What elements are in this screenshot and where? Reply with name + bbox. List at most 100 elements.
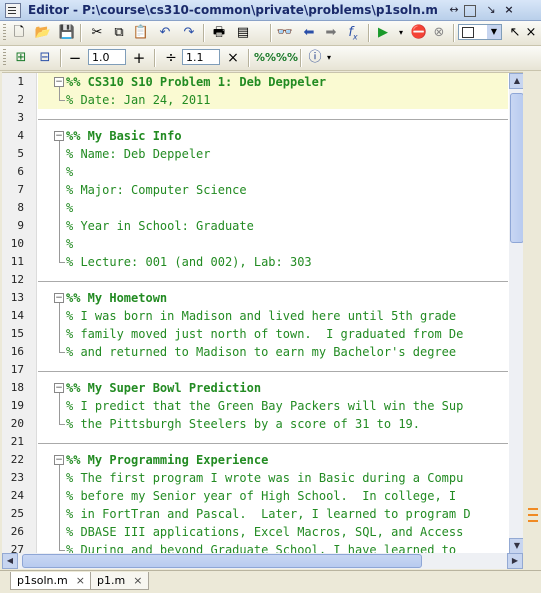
redo-icon[interactable]: ↷ [180,24,198,42]
save-icon[interactable]: 💾 [58,24,76,42]
code-line[interactable]: 5 % Name: Deb Deppeler [2,145,507,163]
fold-toggle-icon[interactable]: − [54,383,64,393]
fold-guide-end [59,262,65,263]
cell-title: %% My Basic Info [66,129,182,143]
fold-toggle-icon[interactable]: − [54,131,64,141]
code-line[interactable]: 26 % DBASE III applications, Excel Macros… [2,523,507,541]
toolbar-grip[interactable] [3,24,6,42]
comment-text: % [66,237,74,251]
toolbar-separator [453,24,455,42]
scroll-right-arrow-icon[interactable]: ▶ [507,553,523,569]
line-number: 3 [17,111,24,124]
scroll-up-arrow-icon[interactable]: ▲ [509,73,523,89]
code-line[interactable]: 17 [2,361,507,379]
back-arrow-icon[interactable]: ⬅ [300,24,318,42]
warning-marker[interactable] [528,520,538,522]
code-line[interactable]: 20 % the Pittsburgh Steelers by a score o… [2,415,507,433]
clear-breakpoints-icon[interactable]: ⊗ [430,24,448,42]
chevron-down-icon[interactable]: ▼ [487,25,501,39]
toolbar-separator [203,24,205,42]
toolbar-grip[interactable] [3,49,6,67]
line-number: 13 [10,291,24,304]
maximize-icon[interactable] [464,5,476,17]
cut-icon[interactable]: ✂ [88,24,106,42]
code-line[interactable]: 4 %% My Basic Info [2,127,507,145]
layout-dropdown[interactable]: ▼ [458,24,502,40]
warning-marker[interactable] [528,514,538,516]
message-bar [524,72,541,553]
code-line[interactable]: 24 % before my Senior year of High School… [2,487,507,505]
new-file-icon[interactable]: 🗋 [10,24,28,42]
run-icon[interactable]: ▶ [374,24,392,42]
copy-icon[interactable]: ⧉ [110,24,128,42]
decrement-button[interactable]: − [66,49,84,67]
cell-layout-icon[interactable]: ⊟ [36,49,54,67]
code-line[interactable]: 21 [2,433,507,451]
fold-toggle-icon[interactable]: − [54,455,64,465]
scroll-down-arrow-icon[interactable]: ▼ [509,538,523,554]
code-line[interactable]: 18 %% My Super Bowl Prediction [2,379,507,397]
code-line[interactable]: 23 % The first program I wrote was in Bas… [2,469,507,487]
multiply-button[interactable]: × [224,49,242,67]
print-icon[interactable]: 🖶 [210,24,228,42]
vertical-scrollbar[interactable]: ▲ ▼ [509,73,523,554]
increment-value-field[interactable]: 1.0 [88,49,126,65]
dock-arrows-icon[interactable]: ↔ [447,3,461,17]
code-line[interactable]: 9 % Year in School: Graduate [2,217,507,235]
comment-text: % [66,165,74,179]
code-line[interactable]: 14 % I was born in Madison and lived here… [2,307,507,325]
code-line[interactable]: 6% [2,163,507,181]
code-line[interactable]: 22 %% My Programming Experience [2,451,507,469]
undock-icon[interactable]: ↘ [484,3,498,17]
function-browser-icon[interactable]: fx [344,24,362,42]
tab-p1[interactable]: p1.m × [90,572,150,590]
code-line[interactable]: 19 % I predict that the Green Bay Packers… [2,397,507,415]
code-line[interactable]: 11 % Lecture: 001 (and 002), Lab: 303 [2,253,507,271]
vertical-scroll-thumb[interactable] [510,93,523,243]
find-binoculars-icon[interactable]: 👓 [276,24,294,42]
fold-guide-end [59,100,65,101]
open-folder-icon[interactable]: 📂 [34,24,52,42]
code-line[interactable]: 3 [2,109,507,127]
divisor-value-field[interactable]: 1.1 [182,49,220,65]
code-line[interactable]: 10% [2,235,507,253]
tab-p1soln[interactable]: p1soln.m × [10,572,92,590]
code-editor[interactable]: 1 %% CS310 S10 Problem 1: Deb Deppeler 2 % … [2,72,523,554]
horizontal-scroll-thumb[interactable] [22,554,422,568]
horizontal-scrollbar[interactable]: ◀ ▶ [2,553,523,569]
tab-close-icon[interactable]: × [133,574,142,587]
code-line[interactable]: 8% [2,199,507,217]
insert-cell-icon[interactable]: ⊞ [12,49,30,67]
comment-text: % before my Senior year of High School. … [66,489,457,503]
increment-button[interactable]: + [130,49,148,67]
code-line[interactable]: 15 % family moved just north of town. I g… [2,325,507,343]
run-dropdown-icon[interactable]: ▾ [392,24,410,42]
undo-icon[interactable]: ↶ [156,24,174,42]
publish-icon[interactable]: ▤ [234,24,252,42]
warning-marker[interactable] [528,508,538,510]
forward-arrow-icon[interactable]: ➡ [322,24,340,42]
evaluate-cell-icon[interactable]: %% [254,49,276,67]
code-line[interactable]: 7 % Major: Computer Science [2,181,507,199]
info-dropdown-icon[interactable]: ▾ [320,49,338,67]
fold-toggle-icon[interactable]: − [54,293,64,303]
fold-toggle-icon[interactable]: − [54,77,64,87]
code-line[interactable]: 1 %% CS310 S10 Problem 1: Deb Deppeler [2,73,507,91]
stop-icon[interactable]: ⛔ [410,24,428,42]
code-line[interactable]: 13 %% My Hometown [2,289,507,307]
tab-close-icon[interactable]: × [76,574,85,587]
code-line[interactable]: 25 % in FortTran and Pascal. Later, I lea… [2,505,507,523]
divide-button[interactable]: ÷ [162,49,180,67]
close-icon[interactable]: × [502,3,516,17]
paste-icon[interactable]: 📋 [132,24,150,42]
code-line[interactable]: 12 [2,271,507,289]
close-doc-icon[interactable]: × [522,24,540,42]
evaluate-advance-icon[interactable]: %% [276,49,298,67]
code-line[interactable]: 2 % Date: Jan 24, 2011 [2,91,507,109]
scroll-left-arrow-icon[interactable]: ◀ [2,553,18,569]
comment-text: % Year in School: Graduate [66,219,254,233]
toolbar-separator [270,24,272,42]
code-line[interactable]: 16 % and returned to Madison to earn my B… [2,343,507,361]
cell-toolbar: ⊞ ⊟ − 1.0 + ÷ 1.1 × %% %% ⓘ ▾ [0,46,541,71]
fold-guide-end [59,424,65,425]
